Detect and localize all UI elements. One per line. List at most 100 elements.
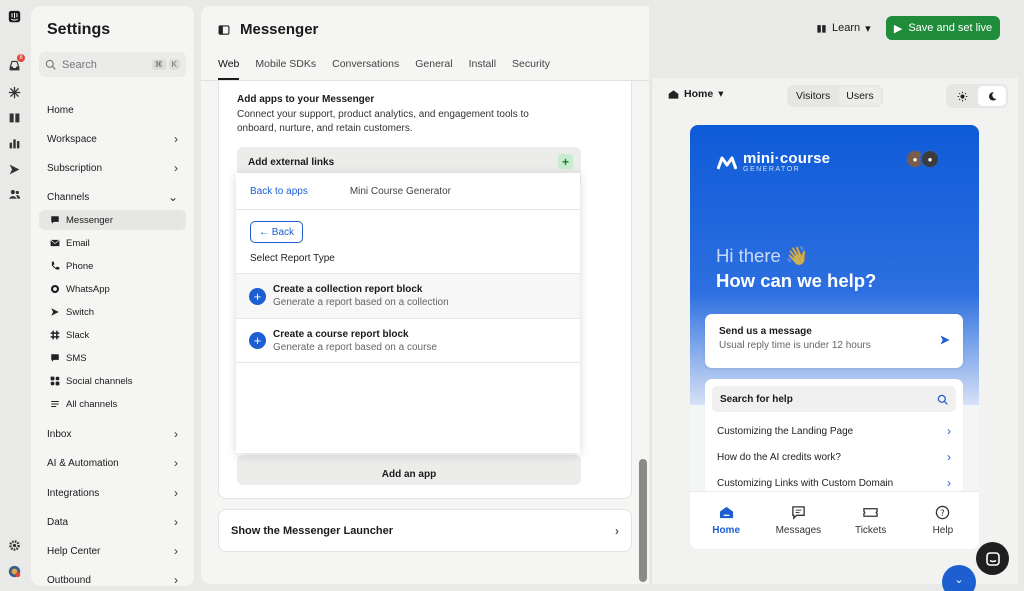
chevron-right-icon: › bbox=[174, 515, 178, 529]
apps-heading: Add apps to your Messenger bbox=[237, 94, 375, 105]
add-link-plus-icon[interactable]: + bbox=[558, 154, 573, 169]
settings-gear-icon[interactable] bbox=[6, 537, 22, 553]
tab-mobile-sdks[interactable]: Mobile SDKs bbox=[255, 58, 316, 80]
play-icon: ▶ bbox=[893, 22, 903, 35]
option-course-report[interactable]: + Create a course report block Generate … bbox=[236, 318, 580, 363]
ai-icon[interactable] bbox=[6, 84, 22, 100]
tab-security[interactable]: Security bbox=[512, 58, 550, 80]
nav-messenger[interactable]: Messenger bbox=[39, 210, 186, 230]
chevron-right-icon: › bbox=[174, 427, 178, 441]
whatsapp-icon bbox=[49, 283, 61, 295]
tab-install[interactable]: Install bbox=[469, 58, 496, 80]
tab-general[interactable]: General bbox=[415, 58, 452, 80]
nav-phone[interactable]: Phone bbox=[39, 256, 186, 276]
messenger-launcher-preview[interactable]: ⌄ bbox=[942, 565, 976, 591]
add-app-button[interactable]: Add an app bbox=[237, 455, 581, 485]
send-message-subtitle: Usual reply time is under 12 hours bbox=[719, 340, 871, 351]
send-message-card[interactable]: Send us a message Usual reply time is un… bbox=[705, 314, 963, 368]
tab-web[interactable]: Web bbox=[218, 58, 240, 80]
visitors-option[interactable]: Visitors bbox=[789, 87, 837, 105]
back-button[interactable]: ← Back bbox=[250, 221, 304, 243]
moon-icon[interactable] bbox=[978, 86, 1006, 106]
nav-social-channels[interactable]: Social channels bbox=[39, 371, 186, 391]
help-article[interactable]: Customizing the Landing Page › bbox=[712, 418, 956, 444]
nav-tab-home[interactable]: Home bbox=[696, 505, 756, 536]
modal-header: Back to apps Mini Course Generator bbox=[236, 173, 580, 210]
messenger-preview: Home ▾ Visitors Users mini·course GENERA… bbox=[651, 78, 1018, 584]
inbox-icon[interactable]: 8 bbox=[6, 54, 25, 73]
home-select[interactable]: Home ▾ bbox=[668, 88, 723, 100]
knowledge-icon[interactable] bbox=[6, 109, 22, 125]
search-placeholder: Search bbox=[62, 58, 97, 71]
chevron-down-icon: ⌄ bbox=[954, 574, 964, 586]
brand-mark-icon bbox=[717, 156, 737, 170]
chevron-right-icon: › bbox=[615, 523, 619, 538]
nav-whatsapp[interactable]: WhatsApp bbox=[39, 279, 186, 299]
svg-text:?: ? bbox=[941, 508, 945, 518]
home-icon bbox=[719, 506, 733, 519]
option-subtitle: Generate a report based on a collection bbox=[273, 297, 449, 308]
nav-subscription[interactable]: Subscription › bbox=[39, 158, 186, 178]
report-type-title: Select Report Type bbox=[250, 253, 335, 264]
theme-toggle bbox=[946, 84, 1008, 108]
help-article[interactable]: How do the AI credits work? › bbox=[712, 444, 956, 470]
plus-circle-icon: + bbox=[249, 332, 266, 349]
reports-icon[interactable] bbox=[6, 135, 22, 151]
messenger-bottom-nav: Home Messages Tickets ? Help bbox=[690, 491, 979, 549]
sun-icon[interactable] bbox=[948, 86, 976, 106]
sms-icon bbox=[49, 352, 61, 364]
tab-bar: Web Mobile SDKs Conversations General In… bbox=[218, 58, 550, 80]
nav-channels[interactable]: Channels ⌄ bbox=[39, 187, 186, 207]
back-to-apps-link[interactable]: Back to apps bbox=[250, 186, 308, 197]
settings-search[interactable]: Search ⌘ K bbox=[39, 52, 186, 77]
main-scrollbar[interactable] bbox=[639, 459, 647, 582]
learn-button[interactable]: Learn ▾ bbox=[808, 16, 879, 40]
outbound-icon[interactable] bbox=[6, 161, 22, 177]
nav-outbound[interactable]: Outbound › bbox=[39, 570, 186, 586]
option-collection-report[interactable]: + Create a collection report block Gener… bbox=[236, 273, 580, 318]
nav-email[interactable]: Email bbox=[39, 233, 186, 253]
nav-sms[interactable]: SMS bbox=[39, 348, 186, 368]
book-icon bbox=[817, 24, 826, 33]
user-avatar[interactable] bbox=[6, 563, 22, 579]
chat-launcher-button[interactable] bbox=[976, 542, 1009, 575]
audience-toggle: Visitors Users bbox=[787, 85, 883, 107]
caret-down-icon: ▾ bbox=[718, 88, 724, 100]
search-icon bbox=[45, 59, 56, 70]
greeting: Hi there 👋 How can we help? bbox=[716, 245, 877, 291]
nav-tab-help[interactable]: ? Help bbox=[913, 505, 973, 536]
chat-icon bbox=[985, 551, 1000, 566]
switch-icon bbox=[49, 306, 61, 318]
launcher-label: Show the Messenger Launcher bbox=[231, 524, 393, 537]
nav-tab-messages[interactable]: Messages bbox=[768, 505, 828, 536]
nav-ai-automation[interactable]: AI & Automation › bbox=[39, 453, 186, 473]
nav-slack[interactable]: Slack bbox=[39, 325, 186, 345]
modal-app-name: Mini Course Generator bbox=[349, 185, 451, 197]
external-links-label: Add external links bbox=[248, 157, 335, 168]
messages-icon bbox=[792, 506, 805, 520]
send-arrow-icon bbox=[940, 335, 950, 345]
intercom-logo-icon[interactable] bbox=[6, 8, 22, 24]
messenger-icon bbox=[49, 214, 61, 226]
nav-help-center[interactable]: Help Center › bbox=[39, 541, 186, 561]
nav-data[interactable]: Data › bbox=[39, 512, 186, 532]
nav-integrations[interactable]: Integrations › bbox=[39, 483, 186, 503]
chevron-right-icon: › bbox=[174, 456, 178, 470]
nav-all-channels[interactable]: All channels bbox=[39, 394, 186, 414]
search-shortcut: ⌘ K bbox=[151, 59, 180, 70]
nav-inbox[interactable]: Inbox › bbox=[39, 424, 186, 444]
help-search[interactable]: Search for help bbox=[712, 386, 956, 412]
sidebar-toggle-icon[interactable] bbox=[218, 24, 230, 36]
save-and-set-live-button[interactable]: ▶ Save and set live bbox=[886, 16, 1000, 40]
phone-icon bbox=[49, 260, 61, 272]
users-option[interactable]: Users bbox=[839, 87, 881, 105]
avatar: ● bbox=[920, 149, 940, 169]
messenger-widget: mini·course GENERATOR ● ● Hi there 👋 How… bbox=[690, 125, 979, 549]
messenger-launcher-row[interactable]: Show the Messenger Launcher › bbox=[218, 509, 632, 552]
nav-tab-tickets[interactable]: Tickets bbox=[841, 505, 901, 536]
tab-conversations[interactable]: Conversations bbox=[332, 58, 399, 80]
nav-switch[interactable]: Switch bbox=[39, 302, 186, 322]
nav-home[interactable]: Home bbox=[39, 100, 186, 120]
nav-workspace[interactable]: Workspace › bbox=[39, 129, 186, 149]
contacts-icon[interactable] bbox=[6, 186, 22, 202]
